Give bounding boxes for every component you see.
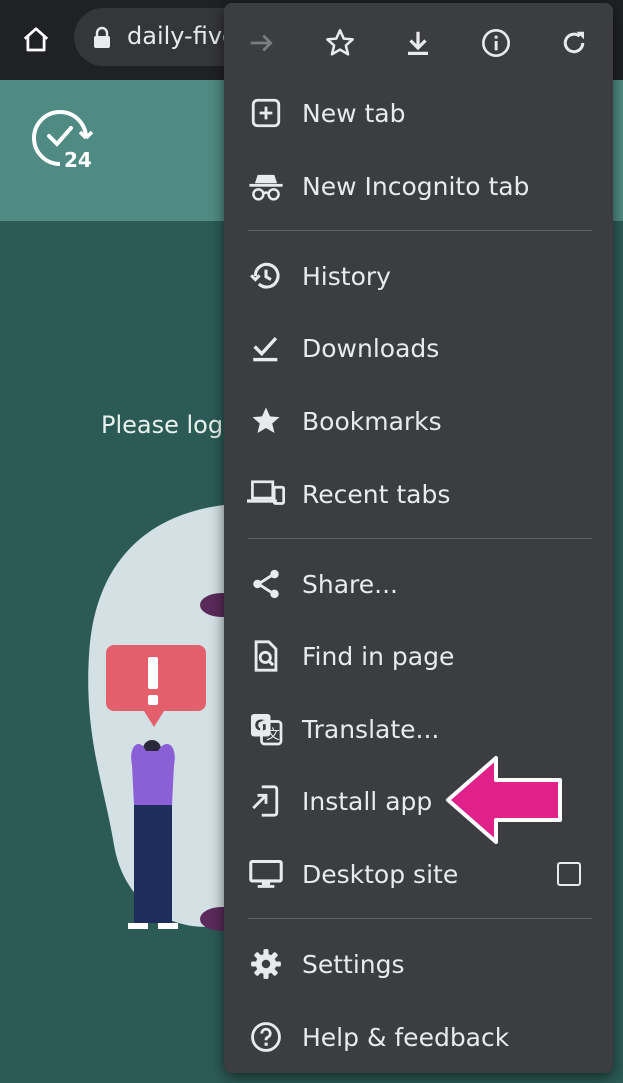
reload-icon (563, 31, 585, 54)
download-icon (408, 31, 428, 55)
menu-item-label: Find in page (302, 641, 455, 671)
share-icon (246, 564, 286, 604)
menu-item-help-feedback[interactable]: Help & feedback (224, 1001, 613, 1073)
page-info-button[interactable] (474, 21, 518, 65)
incognito-icon (246, 166, 286, 206)
menu-item-label: History (302, 261, 391, 291)
menu-item-share[interactable]: Share... (224, 548, 613, 620)
info-icon (482, 29, 510, 57)
menu-item-label: Desktop site (302, 859, 459, 889)
menu-item-find-in-page[interactable]: Find in page (224, 620, 613, 692)
svg-text:24: 24 (64, 148, 92, 170)
menu-divider (248, 918, 592, 919)
menu-divider (248, 230, 592, 231)
menu-item-history[interactable]: History (224, 240, 613, 312)
find-in-page-icon (246, 636, 286, 676)
menu-item-label: Help & feedback (302, 1022, 510, 1052)
menu-item-new-tab[interactable]: New tab (224, 77, 613, 149)
menu-item-label: Share... (302, 569, 398, 599)
login-prompt-text: Please log (101, 411, 224, 439)
lock-icon (94, 26, 110, 48)
menu-item-label: New Incognito tab (302, 171, 530, 201)
install-app-icon (246, 781, 286, 821)
menu-divider (248, 538, 592, 539)
bookmarks-icon (246, 401, 286, 441)
menu-item-label: Downloads (302, 333, 440, 363)
menu-item-label: Settings (302, 949, 405, 979)
menu-item-label: Translate... (302, 714, 440, 744)
clock-24-logo: 24 (32, 110, 94, 170)
new-tab-icon (246, 93, 286, 133)
menu-item-recent-tabs[interactable]: Recent tabs (224, 458, 613, 530)
translate-icon: G 文 (246, 709, 286, 749)
annotation-arrow (446, 756, 562, 844)
menu-item-new-incognito-tab[interactable]: New Incognito tab (224, 150, 613, 222)
url-text: daily-five (127, 22, 237, 50)
menu-item-label: New tab (302, 98, 406, 128)
menu-item-label: Bookmarks (302, 406, 442, 436)
svg-text:文: 文 (266, 727, 280, 743)
menu-item-label: Install app (302, 786, 433, 816)
desktop-site-checkbox[interactable] (557, 862, 581, 886)
menu-item-downloads[interactable]: Downloads (224, 312, 613, 384)
menu-item-label: Recent tabs (302, 479, 451, 509)
forward-icon (250, 34, 273, 52)
menu-toolbar (224, 3, 613, 77)
settings-icon (246, 944, 286, 984)
menu-item-settings[interactable]: Settings (224, 928, 613, 1000)
recent-tabs-icon (246, 474, 286, 514)
menu-item-desktop-site[interactable]: Desktop site (224, 838, 613, 910)
desktop-icon (246, 854, 286, 894)
reload-button[interactable] (552, 21, 596, 65)
star-icon (326, 29, 354, 56)
downloads-icon (246, 328, 286, 368)
help-icon (246, 1017, 286, 1057)
menu-item-bookmarks[interactable]: Bookmarks (224, 385, 613, 457)
download-page-button[interactable] (396, 21, 440, 65)
forward-button[interactable] (240, 21, 284, 65)
bookmark-star-button[interactable] (318, 21, 362, 65)
chrome-overflow-menu: New tab New Incognito tab History Downlo… (224, 3, 613, 1073)
home-icon (23, 27, 49, 52)
home-button[interactable] (16, 20, 56, 60)
history-icon (246, 256, 286, 296)
